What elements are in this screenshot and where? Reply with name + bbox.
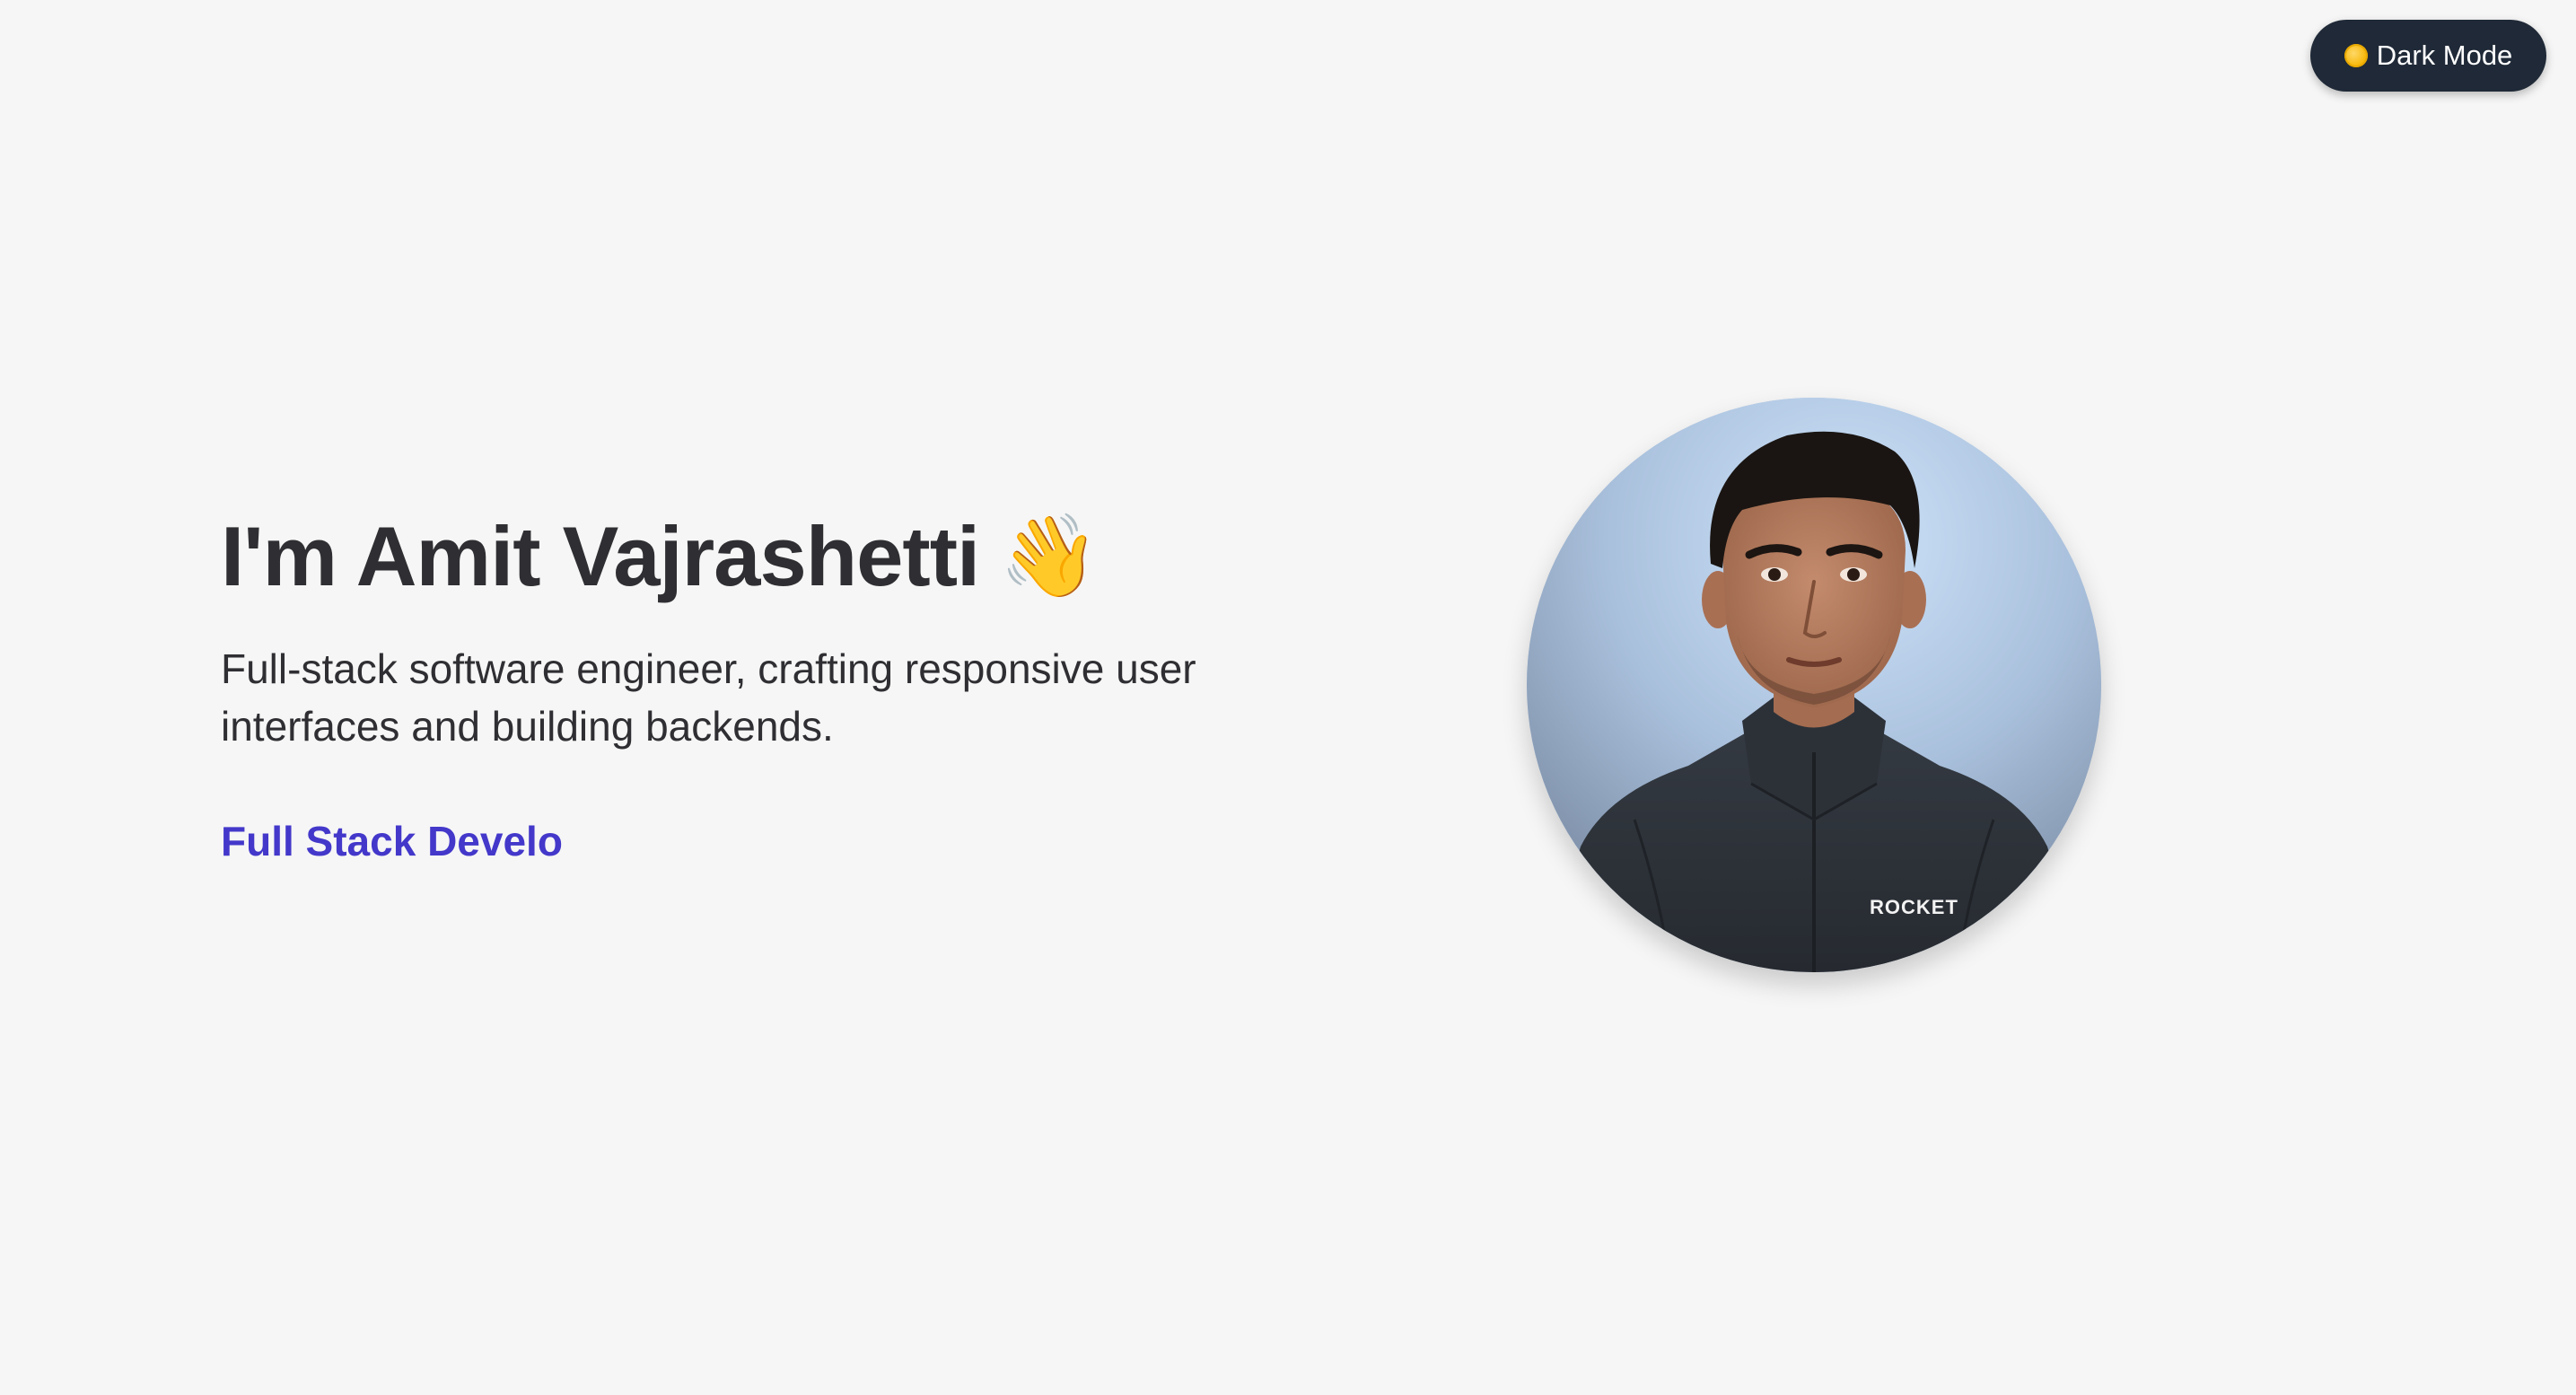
hero-role-typing-text: Full Stack Develo [221, 818, 563, 864]
profile-photo: ROCKET [1527, 398, 2101, 972]
waving-hand-icon: 👋 [999, 509, 1100, 603]
hero-title: I'm Amit Vajrashetti 👋 [221, 498, 1298, 615]
profile-avatar: ROCKET [1527, 398, 2101, 972]
sun-icon [2344, 44, 2368, 67]
page: Dark Mode I'm Amit Vajrashetti 👋 Full-st… [0, 0, 2576, 1395]
jacket-logo: ROCKET [1870, 896, 1958, 918]
hero-subtitle: Full-stack software engineer, crafting r… [221, 645, 1196, 750]
dark-mode-toggle-button[interactable]: Dark Mode [2310, 20, 2546, 92]
dark-mode-label: Dark Mode [2376, 39, 2513, 71]
hero-title-text: I'm Amit Vajrashetti [221, 509, 980, 603]
hero-section: I'm Amit Vajrashetti 👋 Full-stack softwa… [221, 498, 1298, 868]
